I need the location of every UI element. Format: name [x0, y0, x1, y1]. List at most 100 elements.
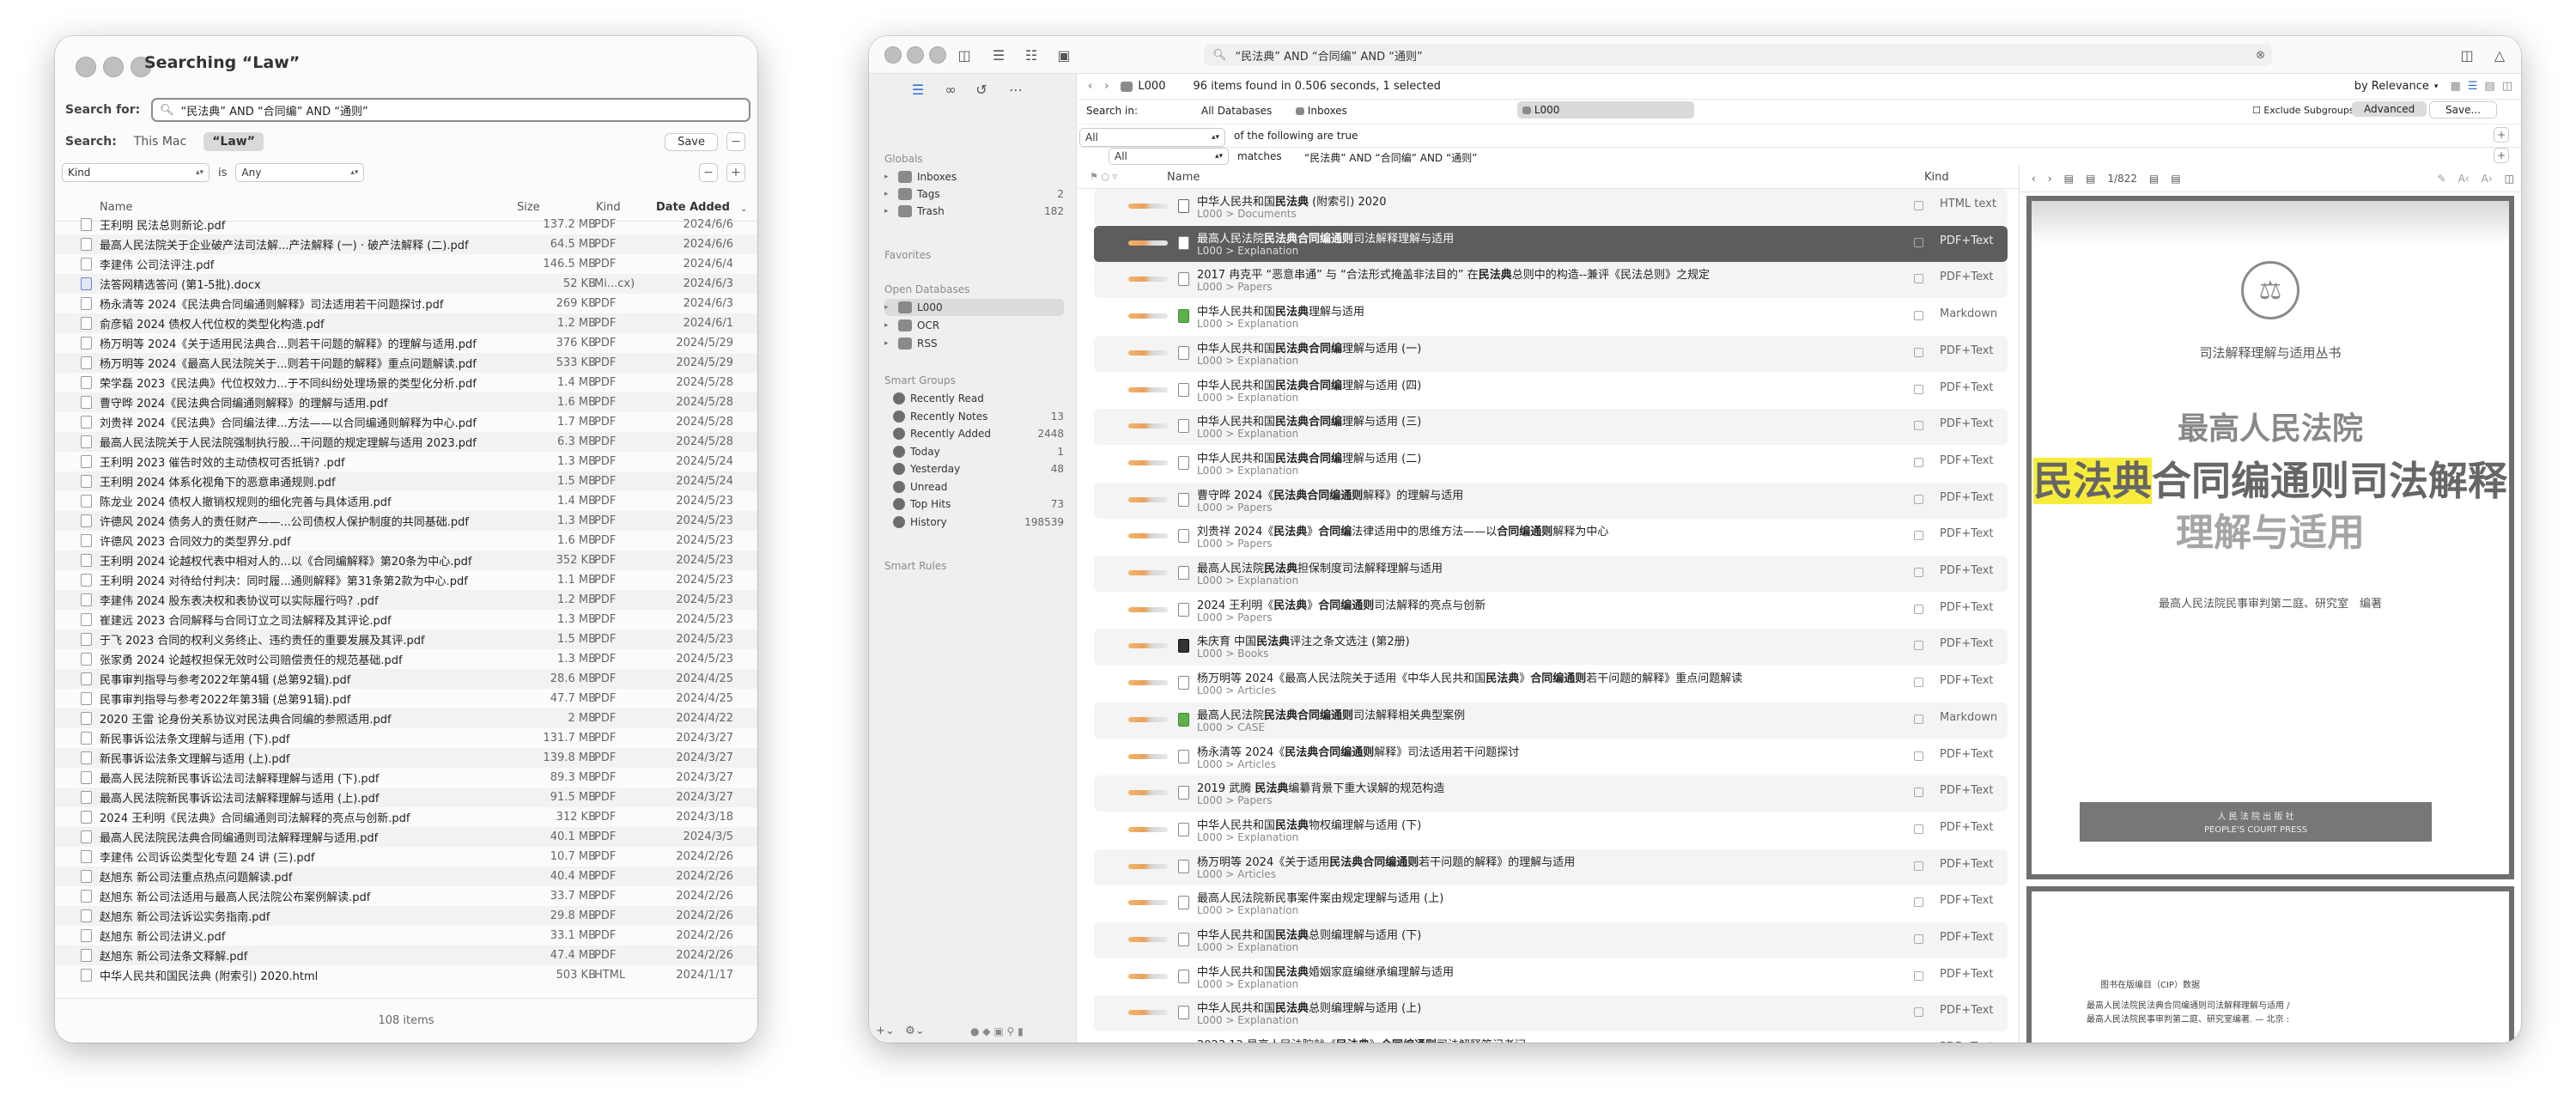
list-item[interactable]: 赵旭东 新公司法重点热点问题解读.pdf 40.4 MB PDF 2024/2/26	[55, 867, 757, 886]
criteria-attribute-popup[interactable]: Kind ▴▾	[62, 163, 210, 182]
advanced-button[interactable]: Advanced	[2352, 101, 2427, 117]
list-item[interactable]: 李建伟 公司诉讼类型化专题 24 讲 (三).pdf 10.7 MB PDF 2024…	[55, 847, 757, 867]
split-view-icon[interactable]: ◫	[2505, 173, 2514, 185]
sidebar-smart-group[interactable]: Unread	[893, 478, 1064, 496]
list-item[interactable]: 最高人民法院关于人民法院强制执行股...干问题的规定理解与适用 2023.pdf…	[55, 432, 757, 452]
sidebar-smart-group[interactable]: Top Hits 73	[893, 496, 1064, 513]
result-row[interactable]: 杨万明等 2024《关于适用民法典合同编通则若干问题的解释》的理解与适用 L000…	[1094, 848, 2008, 885]
scope-l000[interactable]: L000	[1517, 101, 1694, 119]
sidebar-smart-group[interactable]: Recently Notes 13	[893, 408, 1064, 425]
forward-icon[interactable]: ›	[2048, 173, 2052, 185]
add-criteria-icon[interactable]: +	[2494, 148, 2509, 163]
list-item[interactable]: 李建伟 公司法评注.pdf 146.5 MB PDF 2024/6/4	[55, 254, 757, 274]
result-row[interactable]: 杨永清等 2024《民法典合同编通则解释》司法适用若干问题探讨 L000 > Ar…	[1094, 739, 2008, 775]
results-list[interactable]: 王利明 民法总则新论.pdf 137.2 MB PDF 2024/6/6 最高人民法院关…	[55, 215, 757, 1000]
inspector-toggle-icon[interactable]: ◫	[2458, 46, 2476, 64]
list-item[interactable]: 王利明 民法总则新论.pdf 137.2 MB PDF 2024/6/6	[55, 215, 757, 234]
sidebar-item-l000[interactable]: ▸ L000	[884, 299, 1064, 316]
result-row[interactable]: 中华人民共和国民法典合同编理解与适用 (二) L000 > Explanation…	[1094, 446, 2008, 482]
document-icon[interactable]: ▤	[2086, 173, 2095, 185]
results-list[interactable]: 中华人民共和国民法典 (附索引) 2020 L000 > Documents HTM…	[1084, 189, 2018, 1043]
list-item[interactable]: 最高人民法院新民事诉讼法司法解释理解与适用 (上).pdf 91.5 MB PDF 2…	[55, 788, 757, 807]
add-criteria-icon[interactable]: +	[2494, 127, 2509, 143]
flow-icon[interactable]: ⋯	[1006, 81, 1025, 98]
list-item[interactable]: 新民事诉讼法条文理解与适用 (上).pdf 139.8 MB PDF 2024/3/2…	[55, 748, 757, 768]
list-item[interactable]: 2024 王利明《民法典》合同编通则司法解释的亮点与创新.pdf 312 KB PD…	[55, 807, 757, 827]
list-item[interactable]: 荣学磊 2023《民法典》代位权效力...于不同纠纷处理场景的类型化分析.pdf…	[55, 373, 757, 392]
list-item[interactable]: 曹守晔 2024《民法典合同编通则解释》的理解与适用.pdf 1.6 MB PDF 2…	[55, 392, 757, 412]
pdf-page-2[interactable]: 图书在版编目（CIP）数据 最高人民法院民法典合同编通则司法解释理解与适用 / …	[2026, 886, 2514, 1043]
list-item[interactable]: 张家勇 2024 论越权担保无效时公司赔偿责任的规范基础.pdf 1.3 MB PD…	[55, 649, 757, 669]
capture-icon[interactable]: ▣	[1054, 46, 1073, 64]
column-date-added[interactable]: Date Added	[656, 201, 730, 214]
result-row[interactable]: 朱庆育 中国民法典评注之条文选注 (第2册) L000 > Books PDF+Te…	[1094, 629, 2008, 666]
list-item[interactable]: 于飞 2023 合同的权利义务终止、违约责任的重要发展及其评.pdf 1.5 MB…	[55, 629, 757, 649]
search-input[interactable]: 🔍︎ “民法典” AND “合同编” AND “通则”	[151, 98, 750, 122]
result-row[interactable]: 刘贵祥 2024《民法典》合同编法律适用中的思维方法——以合同编通则解释为中心 L…	[1094, 519, 2008, 555]
result-row[interactable]: 中华人民共和国民法典 (附索引) 2020 L000 > Documents HTM…	[1094, 189, 2008, 225]
list-item[interactable]: 法答网精选答问 (第1-5批).docx 52 KB Mi...cx) 2024/6/…	[55, 274, 757, 294]
back-icon[interactable]: ‹	[2032, 173, 2036, 185]
result-row[interactable]: 中华人民共和国民法典婚姻家庭编继承编理解与适用 L000 > Explanatio…	[1094, 959, 2008, 995]
criteria-attr-popup[interactable]: All ▴▾	[1109, 148, 1229, 165]
result-row[interactable]: 最高人民法院新民事案件案由规定理解与适用 (上) L000 > Explanati…	[1094, 885, 2008, 921]
result-row[interactable]: 中华人民共和国民法典合同编理解与适用 (三) L000 > Explanation…	[1094, 409, 2008, 446]
reminder-icon[interactable]: ↺	[972, 81, 991, 98]
result-row[interactable]: 2019 武腾 民法典编纂背景下重大误解的规范构造 L000 > Papers PD…	[1094, 775, 2008, 812]
list-item[interactable]: 陈龙业 2024 债权人撤销权规则的细化完善与具体适用.pdf 1.4 MB PDF…	[55, 491, 757, 511]
scope-all-databases[interactable]: All Databases	[1201, 105, 1272, 117]
result-row[interactable]: 中华人民共和国民法典总则编理解与适用 (下) L000 > Explanation…	[1094, 922, 2008, 958]
list-item[interactable]: 王利明 2023 催告时效的主动债权可否抵销? .pdf 1.3 MB PDF 202…	[55, 452, 757, 471]
current-database[interactable]: L000	[1138, 80, 1165, 93]
warning-icon[interactable]: △	[2490, 46, 2509, 64]
result-row[interactable]: 2017 冉克平 “恶意串通” 与 “合法形式掩盖非法目的” 在民法典总则中的构…	[1094, 262, 2008, 299]
sidebar-toggle-icon[interactable]: ◫	[955, 46, 974, 64]
document-icon[interactable]: ▤	[2149, 173, 2159, 185]
list-item[interactable]: 杨万明等 2024《关于适用民法典合...则若干问题的解释》的理解与适用.pdf…	[55, 333, 757, 353]
exclude-subgroups-checkbox[interactable]: ☐ Exclude Subgroups	[2252, 105, 2354, 116]
save-button[interactable]: Save	[665, 132, 718, 151]
list-item[interactable]: 最高人民法院关于企业破产法司法解...产法解释 (一) · 破产法解释 (二).…	[55, 234, 757, 254]
remove-icon[interactable]: −	[726, 132, 745, 151]
minimize-window-button[interactable]	[103, 57, 124, 77]
document-icon[interactable]: ▤	[2064, 173, 2074, 185]
glasses-icon[interactable]: ∞	[941, 81, 960, 98]
grid-view-icon[interactable]: ▦	[2450, 80, 2460, 93]
close-window-button[interactable]	[76, 57, 96, 77]
list-item[interactable]: 杨永清等 2024《民法典合同编通则解释》司法适用若干问题探讨.pdf 269 K…	[55, 294, 757, 313]
sidebar-smart-group[interactable]: Yesterday 48	[893, 460, 1064, 477]
minimize-window-button[interactable]	[907, 46, 924, 64]
sidebar-item-trash[interactable]: ▸ Trash 182	[884, 203, 1064, 220]
close-window-button[interactable]	[884, 46, 902, 64]
column-name[interactable]: Name	[100, 201, 132, 214]
ruler-icon[interactable]: ✎	[2438, 173, 2446, 185]
criteria-value-popup[interactable]: Any ▴▾	[235, 163, 365, 182]
split-view-icon[interactable]: ◫	[2502, 80, 2512, 93]
list-item[interactable]: 刘贵祥 2024《民法典》合同编法律...方法——以合同编通则解释为中心.pdf…	[55, 412, 757, 432]
result-row[interactable]: 中华人民共和国民法典物权编理解与适用 (下) L000 > Explanation…	[1094, 812, 2008, 848]
list-item[interactable]: 崔建远 2023 合同解释与合同订立之司法解释及其评论.pdf 1.3 MB PDF…	[55, 610, 757, 629]
match-all-popup[interactable]: All ▴▾	[1079, 128, 1225, 147]
back-icon[interactable]: ‹	[1088, 80, 1092, 93]
list-item[interactable]: 民事审判指导与参考2022年第4辑 (总第92辑).pdf 28.6 MB PDF 2…	[55, 669, 757, 689]
scope-inboxes[interactable]: Inboxes	[1296, 105, 1347, 117]
result-row[interactable]: 中华人民共和国民法典理解与适用 L000 > Explanation Markdow…	[1094, 299, 2008, 335]
column-name[interactable]: Name	[1167, 171, 1200, 184]
result-row[interactable]: 中华人民共和国民法典总则编理解与适用 (上) L000 > Explanation…	[1094, 995, 2008, 1032]
scope-this-mac[interactable]: This Mac	[125, 132, 195, 151]
list-item[interactable]: 最高人民法院新民事诉讼法司法解释理解与适用 (下).pdf 89.3 MB PDF 2…	[55, 768, 757, 788]
list-item[interactable]: 赵旭东 新公司法条文释解.pdf 47.4 MB PDF 2024/2/26	[55, 946, 757, 965]
document-icon[interactable]: ▤	[2171, 173, 2180, 185]
list-item[interactable]: 许德风 2023 合同效力的类型界分.pdf 1.6 MB PDF 2024/5/23	[55, 531, 757, 550]
list-view-icon[interactable]: ☰	[908, 81, 927, 98]
column-size[interactable]: Size	[517, 201, 540, 214]
forward-icon[interactable]: ›	[1104, 80, 1109, 93]
page-number[interactable]: 1/822	[2107, 173, 2137, 185]
column-view-icon[interactable]: ▤	[2484, 80, 2494, 93]
result-row[interactable]: 最高人民法院民法典合同编通则司法解释相关典型案例 L000 > CASE Markd…	[1094, 702, 2008, 739]
result-row[interactable]: 2024 王利明《民法典》合同编通则司法解释的亮点与创新 L000 > Paper…	[1094, 593, 2008, 629]
sidebar-item-inboxes[interactable]: ▸ Inboxes	[884, 168, 1064, 185]
list-view-icon[interactable]: ☰	[2468, 80, 2478, 93]
result-row[interactable]: 2023.12 最高人民法院就《民法典》合同编通则司法解释答记者问 PDF+Tex…	[1094, 1032, 2008, 1043]
sidebar-footer-icons[interactable]: ● ◆ ▣ ⚲ ▮	[970, 1025, 1024, 1037]
